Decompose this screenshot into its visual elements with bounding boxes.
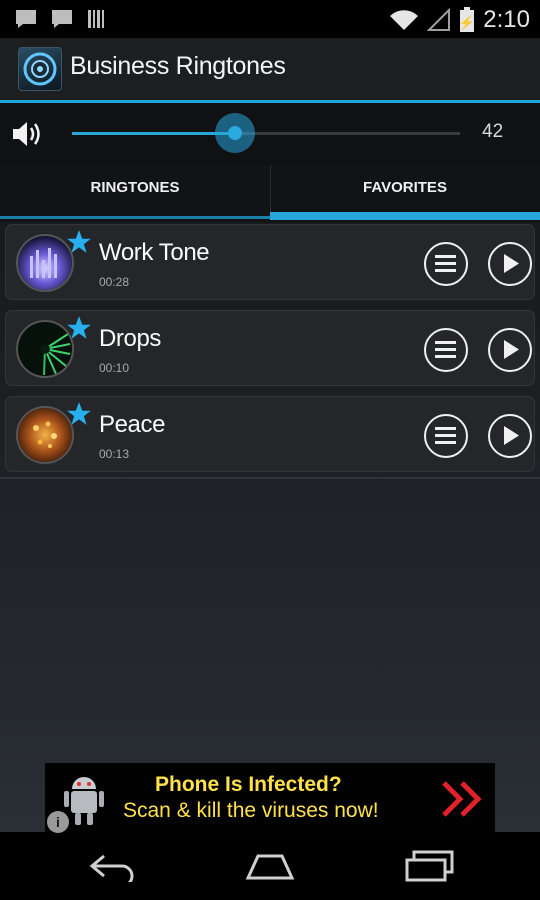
play-icon <box>504 340 519 359</box>
ad-subline: Scan & kill the viruses now! <box>123 799 379 822</box>
list-item[interactable]: Peace 00:13 <box>5 396 535 472</box>
menu-button[interactable] <box>424 242 468 286</box>
tab-ringtones[interactable]: RINGTONES <box>0 165 270 222</box>
list-item[interactable]: Drops 00:10 <box>5 310 535 386</box>
list-item[interactable]: Work Tone 00:28 <box>5 224 535 300</box>
favorite-star-icon[interactable] <box>66 229 92 255</box>
favorite-star-icon[interactable] <box>66 401 92 427</box>
ringtone-duration: 00:10 <box>99 361 130 375</box>
volume-value: 42 <box>482 121 504 142</box>
signal-icon <box>427 8 451 31</box>
ringtone-title: Peace <box>99 411 166 438</box>
action-bar: Business Ringtones <box>0 38 540 100</box>
ad-info-icon[interactable]: i <box>47 811 69 833</box>
ringtone-list: Work Tone 00:28 Drops 00:10 Peace 00:13 <box>0 222 540 832</box>
app-icon[interactable] <box>18 47 62 91</box>
ringtone-duration: 00:28 <box>99 275 130 289</box>
battery-icon: ⚡ <box>459 7 475 32</box>
wifi-icon <box>390 10 419 30</box>
play-icon <box>504 426 519 445</box>
system-icons: ⚡ 2:10 <box>389 6 530 34</box>
chat-bubble-icon <box>52 10 72 28</box>
barcode-icon <box>88 10 104 28</box>
menu-icon <box>435 255 456 272</box>
ad-headline: Phone Is Infected? <box>155 773 342 796</box>
menu-button[interactable] <box>424 414 468 458</box>
clock: 2:10 <box>483 6 530 33</box>
ad-banner[interactable]: Phone Is Infected? Scan & kill the virus… <box>45 763 495 833</box>
double-chevron-right-icon <box>442 781 482 817</box>
tab-ringtones-underline <box>0 216 270 219</box>
app-title: Business Ringtones <box>70 52 286 80</box>
play-icon <box>504 254 519 273</box>
chat-bubble-icon <box>16 10 36 28</box>
menu-button[interactable] <box>424 328 468 372</box>
ringtone-duration: 00:13 <box>99 447 130 461</box>
volume-slider-thumb[interactable] <box>214 113 255 153</box>
tab-favorites-indicator <box>270 212 540 220</box>
volume-control: 42 <box>0 103 540 165</box>
favorite-star-icon[interactable] <box>66 315 92 341</box>
ringtone-title: Drops <box>99 325 162 352</box>
recent-apps-icon[interactable] <box>404 850 456 882</box>
volume-slider[interactable] <box>72 113 460 153</box>
speaker-icon <box>23 52 57 86</box>
home-icon[interactable] <box>244 850 296 882</box>
svg-text:⚡: ⚡ <box>459 15 475 31</box>
ringtone-title: Work Tone <box>99 239 210 266</box>
play-button[interactable] <box>488 414 532 458</box>
list-divider <box>0 477 540 479</box>
menu-icon <box>435 427 456 444</box>
navigation-bar <box>0 833 540 900</box>
status-bar: ⚡ 2:10 <box>0 0 540 38</box>
play-button[interactable] <box>488 328 532 372</box>
notification-icons <box>14 8 108 30</box>
play-button[interactable] <box>488 242 532 286</box>
menu-icon <box>435 341 456 358</box>
volume-slider-fill <box>72 132 235 135</box>
volume-icon[interactable] <box>10 117 44 151</box>
back-icon[interactable] <box>88 850 138 882</box>
